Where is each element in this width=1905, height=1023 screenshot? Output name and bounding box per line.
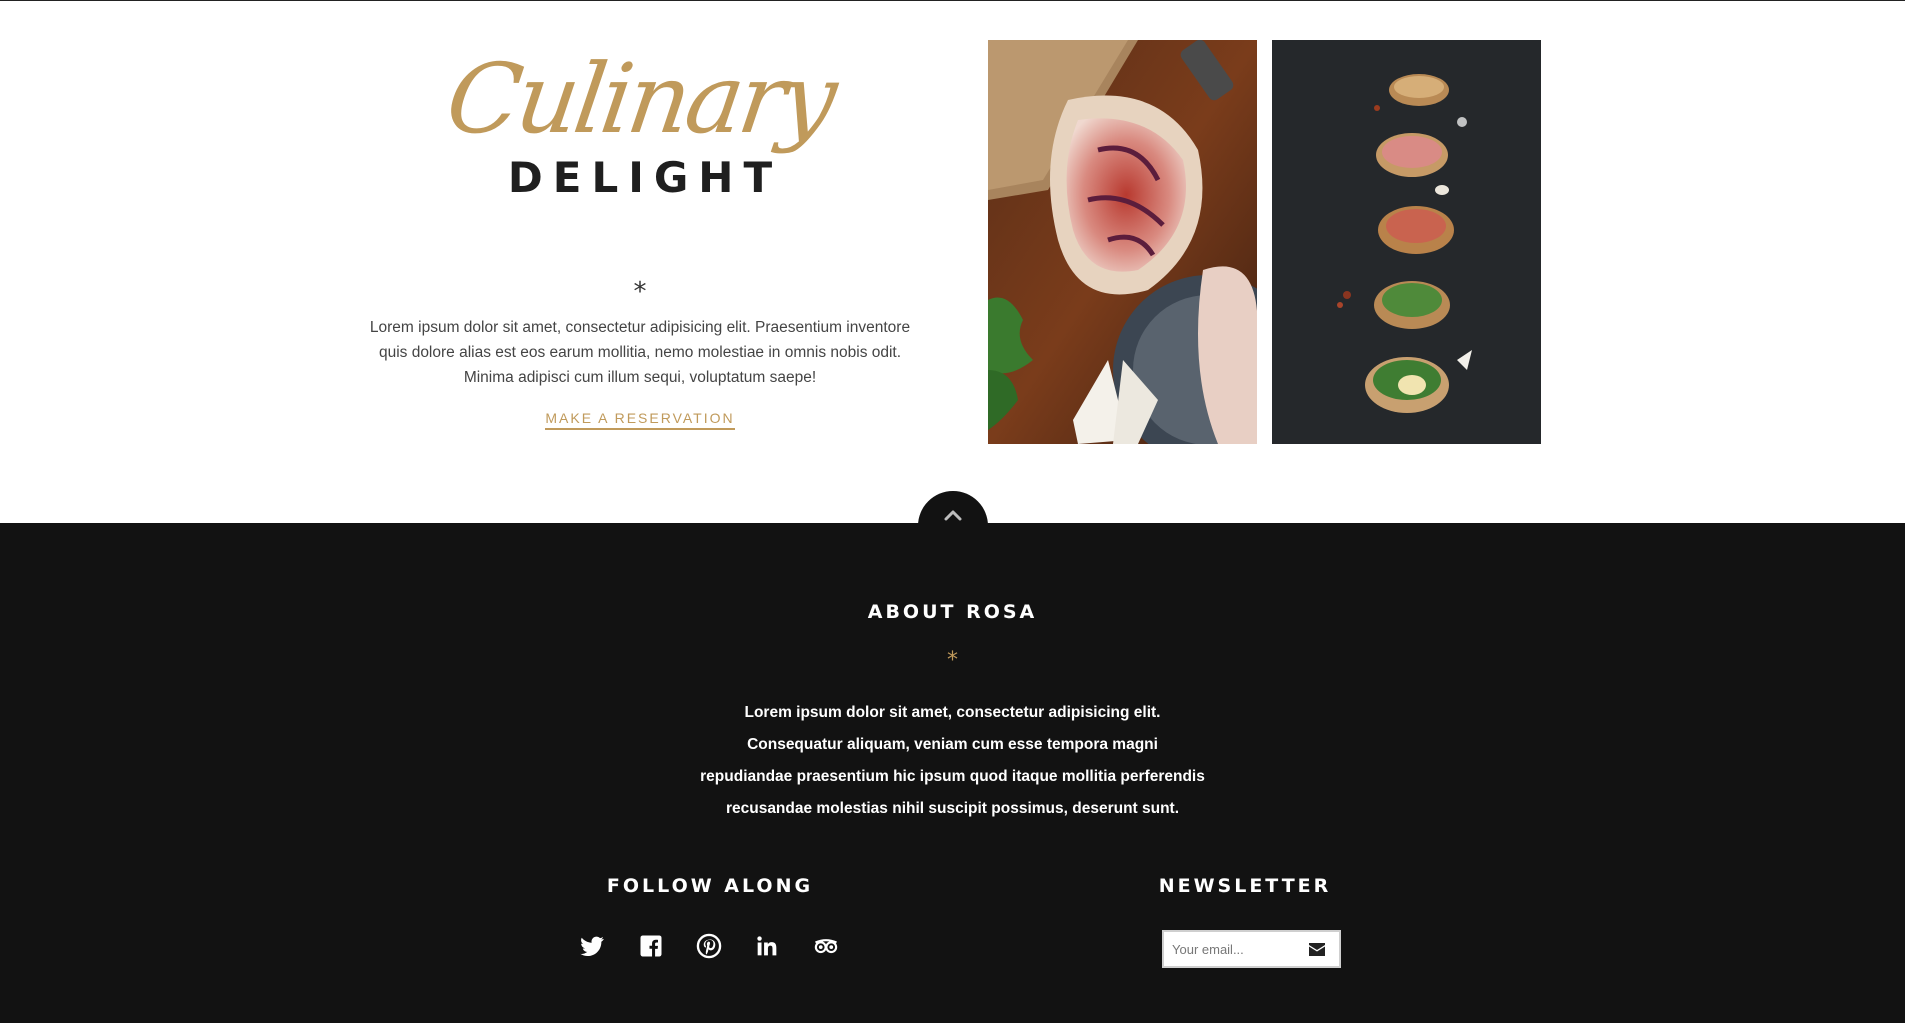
email-input[interactable] <box>1164 932 1296 966</box>
food-photo-prosciutto-board <box>988 40 1257 444</box>
logo-block-text: DELIGHT <box>507 153 783 202</box>
social-links <box>578 932 848 962</box>
culinary-delight-logo: Culinary DELIGHT <box>350 43 930 211</box>
intro-text-column: Culinary DELIGHT * Lorem ipsum dolor sit… <box>350 43 930 430</box>
intro-paragraph: Lorem ipsum dolor sit amet, consectetur … <box>369 319 911 386</box>
intro-section: Culinary DELIGHT * Lorem ipsum dolor sit… <box>0 1 1905 523</box>
envelope-icon <box>1309 943 1325 956</box>
about-title: ABOUT ROSA <box>867 601 1038 623</box>
newsletter-form <box>1162 930 1341 968</box>
about-paragraph: Lorem ipsum dolor sit amet, consectetur … <box>700 704 1205 817</box>
tripadvisor-icon[interactable] <box>812 932 840 960</box>
gold-divider-asterisk: * <box>947 648 958 673</box>
linkedin-icon[interactable] <box>753 932 781 960</box>
site-footer: ABOUT ROSA * Lorem ipsum dolor sit amet,… <box>0 523 1905 1023</box>
chevron-up-icon <box>944 510 962 521</box>
logo-script-text: Culinary <box>440 43 840 155</box>
food-photo-bruschetta-row <box>1272 40 1541 444</box>
pinterest-icon[interactable] <box>695 932 723 960</box>
facebook-icon[interactable] <box>637 932 665 960</box>
twitter-icon[interactable] <box>578 932 606 960</box>
newsletter-title: NEWSLETTER <box>1158 875 1332 897</box>
follow-along-title: FOLLOW ALONG <box>606 875 814 897</box>
make-reservation-link[interactable]: MAKE A RESERVATION <box>545 410 735 430</box>
divider-asterisk: * <box>633 277 647 307</box>
newsletter-submit-button[interactable] <box>1296 932 1339 966</box>
